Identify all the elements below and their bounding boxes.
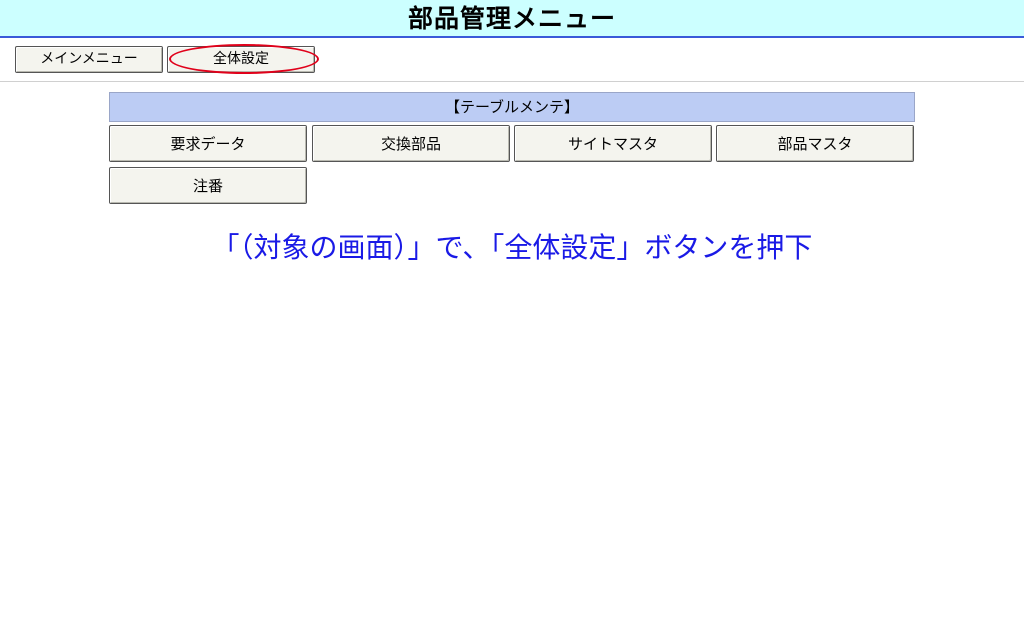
site-master-button[interactable]: サイトマスタ	[514, 125, 712, 162]
main-menu-button[interactable]: メインメニュー	[15, 46, 163, 73]
page: 部品管理メニュー メインメニュー 全体設定 【テーブルメンテ】 要求データ 交換…	[0, 0, 1024, 630]
order-number-button[interactable]: 注番	[109, 167, 307, 204]
page-title: 部品管理メニュー	[407, 4, 616, 33]
section-header: 【テーブルメンテ】	[109, 92, 915, 122]
instruction-text: 「（対象の画面）」で、「全体設定」ボタンを押下	[211, 231, 813, 264]
global-settings-button[interactable]: 全体設定	[167, 46, 315, 73]
request-data-button[interactable]: 要求データ	[109, 125, 307, 162]
top-nav: メインメニュー 全体設定	[0, 40, 1024, 82]
title-bar: 部品管理メニュー	[0, 0, 1024, 38]
parts-master-button[interactable]: 部品マスタ	[716, 125, 914, 162]
replacement-parts-button[interactable]: 交換部品	[312, 125, 510, 162]
